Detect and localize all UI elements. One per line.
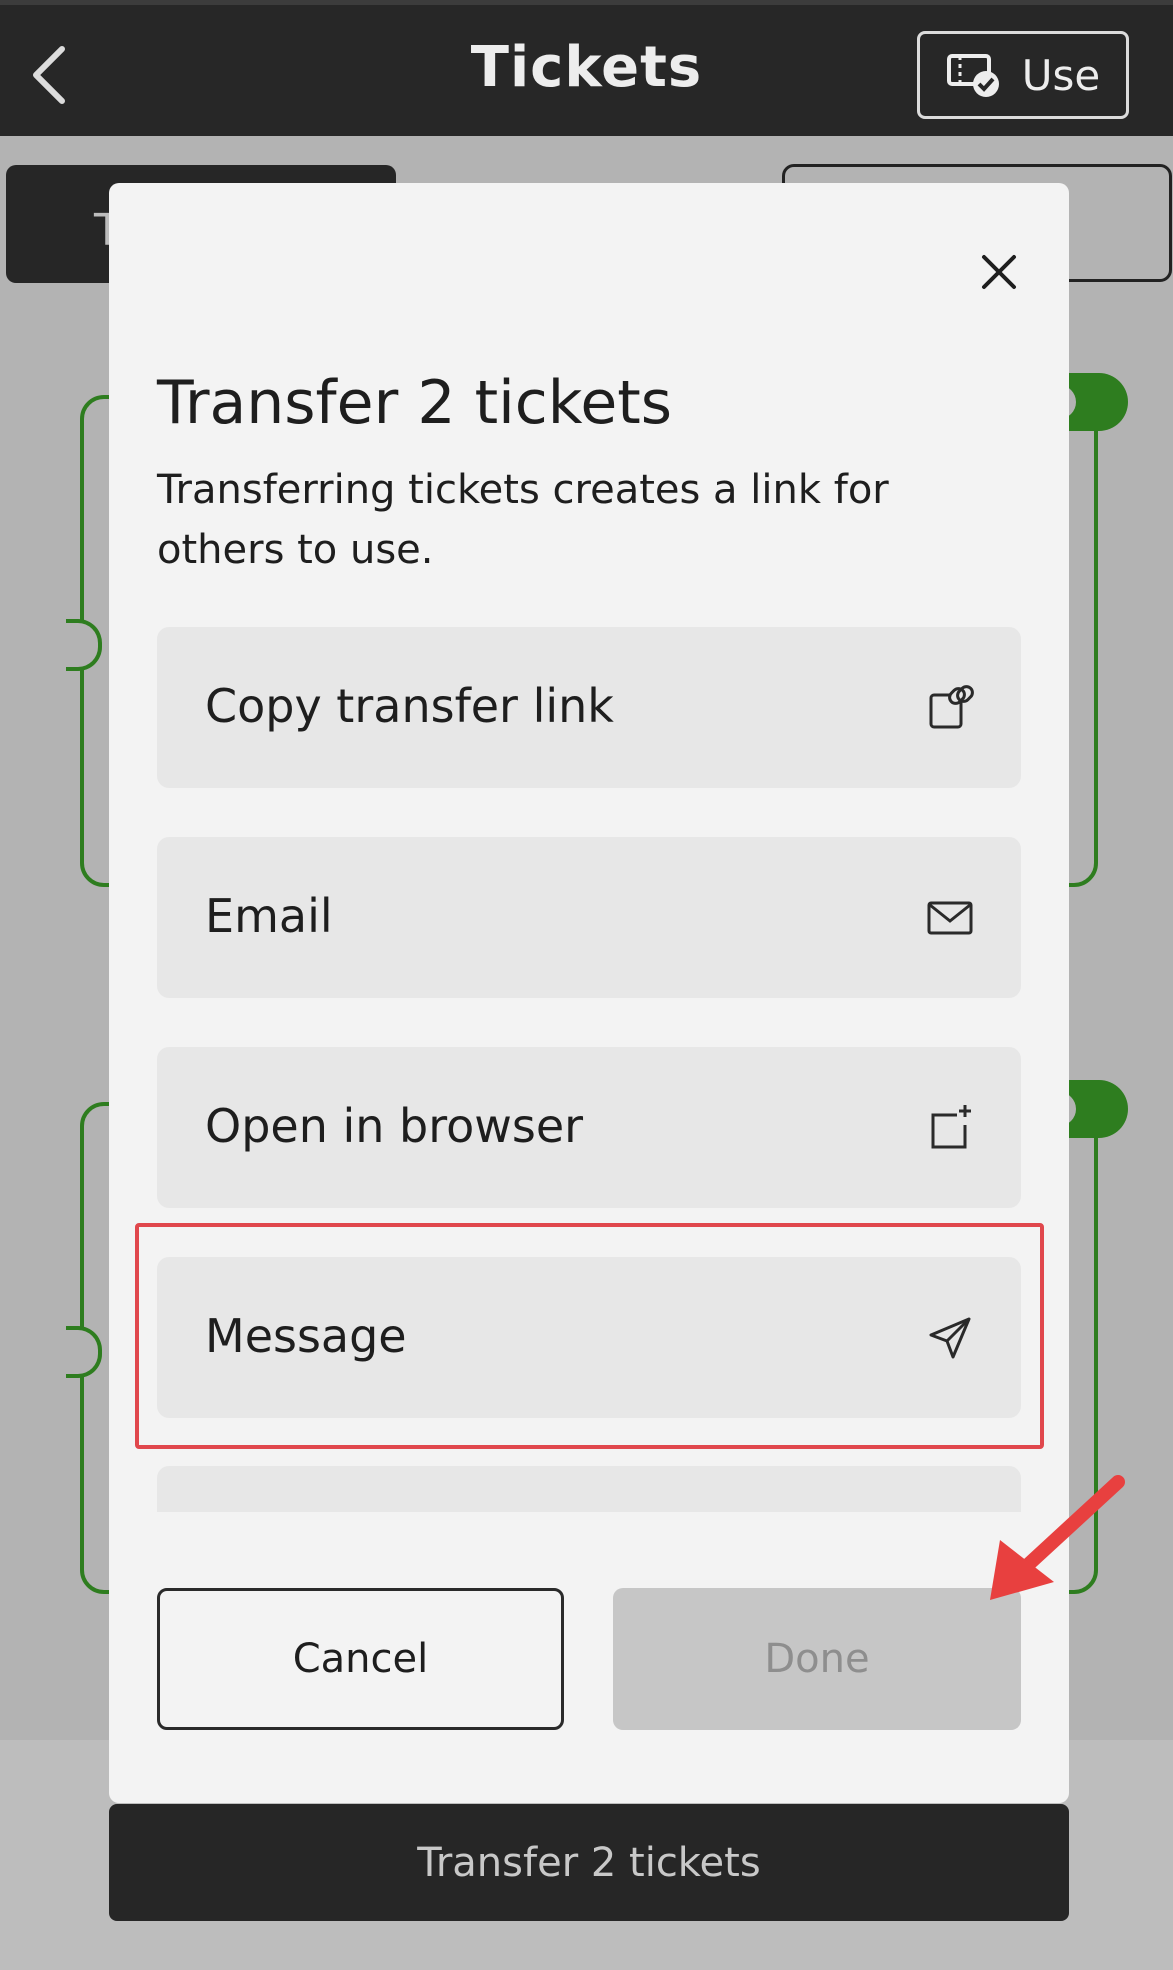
- more-option-partial[interactable]: [157, 1466, 1021, 1512]
- use-button[interactable]: Use: [917, 31, 1129, 119]
- done-button[interactable]: Done: [613, 1588, 1021, 1730]
- transfer-tickets-button[interactable]: Transfer 2 tickets: [109, 1804, 1069, 1921]
- annotation-arrow-icon: [990, 1475, 1125, 1600]
- option-label: Email: [205, 889, 333, 943]
- ticket-notch: [66, 619, 102, 671]
- copy-transfer-link-option[interactable]: Copy transfer link: [157, 627, 1021, 788]
- copy-link-icon: [929, 685, 974, 729]
- highlight-box: [135, 1223, 1044, 1449]
- ticket-check-icon: [946, 54, 999, 97]
- cancel-button[interactable]: Cancel: [157, 1588, 564, 1730]
- dialog-description: Transferring tickets creates a link for …: [157, 467, 889, 573]
- close-icon: [982, 255, 1016, 289]
- ticket-notch: [66, 1326, 102, 1378]
- top-bar: Tickets Use: [0, 0, 1173, 136]
- use-label: Use: [1021, 50, 1101, 100]
- dialog-title: Transfer 2 tickets: [157, 368, 673, 438]
- option-label: Open in browser: [205, 1099, 584, 1153]
- close-button[interactable]: [964, 237, 1034, 307]
- email-option[interactable]: Email: [157, 837, 1021, 998]
- option-label: Copy transfer link: [205, 679, 614, 733]
- transfer-dialog: Transfer 2 tickets Transferring tickets …: [109, 183, 1069, 1803]
- open-external-icon: [931, 1105, 971, 1149]
- mail-icon: [927, 901, 973, 935]
- open-in-browser-option[interactable]: Open in browser: [157, 1047, 1021, 1208]
